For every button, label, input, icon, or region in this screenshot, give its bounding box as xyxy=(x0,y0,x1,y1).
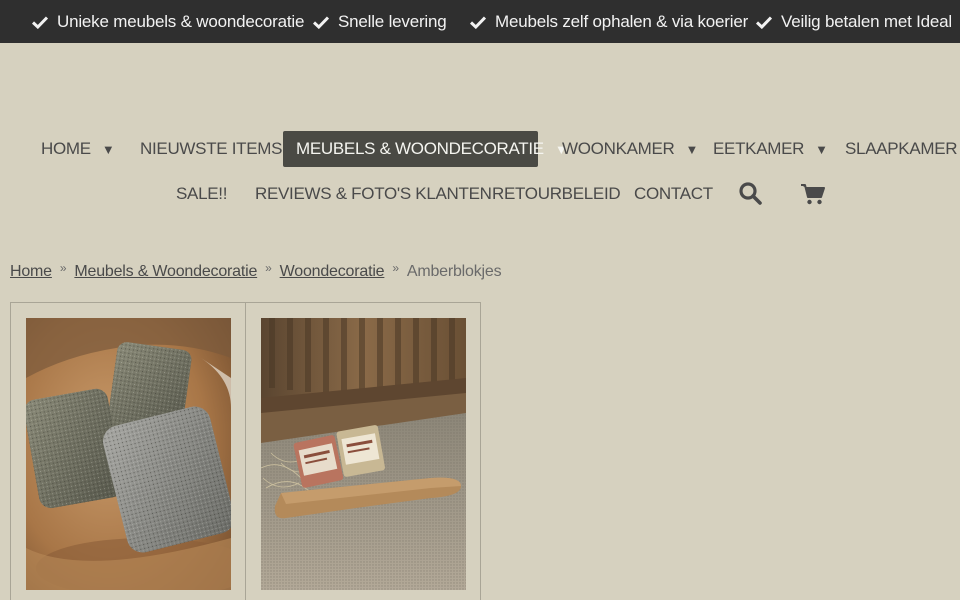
product-photo xyxy=(261,318,466,590)
nav-item-reviews[interactable]: REVIEWS & FOTO'S KLANTEN xyxy=(255,176,492,212)
cart-icon[interactable] xyxy=(799,180,827,208)
breadcrumb-link-meubels[interactable]: Meubels & Woondecoratie xyxy=(74,263,257,281)
grid-divider xyxy=(245,303,246,600)
usp-text: Unieke meubels & woondecoratie xyxy=(57,11,305,31)
nav-label: EETKAMER xyxy=(713,139,805,158)
product-photo xyxy=(26,318,231,590)
product-grid xyxy=(10,302,481,600)
nav-label: HOME xyxy=(41,139,91,158)
nav-item-contact[interactable]: CONTACT xyxy=(634,176,713,212)
nav-label: SALE!! xyxy=(176,184,228,203)
breadcrumb-separator: » xyxy=(265,261,272,275)
nav-item-home[interactable]: HOME ▼ xyxy=(41,131,115,167)
check-icon xyxy=(32,15,48,29)
usp-bar: Unieke meubels & woondecoratie Snelle le… xyxy=(0,0,960,43)
search-icon[interactable] xyxy=(737,180,765,208)
usp-text: Meubels zelf ophalen & via koerier xyxy=(495,11,749,31)
nav-item-sale[interactable]: SALE!! xyxy=(176,176,227,212)
usp-text: Veilig betalen met Ideal xyxy=(781,11,952,31)
usp-item: Meubels zelf ophalen & via koerier xyxy=(470,0,748,43)
caret-down-icon: ▼ xyxy=(101,141,115,157)
nav-label: SLAAPKAMER xyxy=(845,139,958,158)
secondary-nav: SALE!! REVIEWS & FOTO'S KLANTEN RETOURBE… xyxy=(0,176,960,212)
nav-label: NIEUWSTE ITEMS xyxy=(140,139,283,158)
check-icon xyxy=(470,15,486,29)
breadcrumb: Home » Meubels & Woondecoratie » Woondec… xyxy=(10,259,502,285)
breadcrumb-separator: » xyxy=(59,261,67,275)
caret-down-icon: ▼ xyxy=(815,141,828,157)
product-image-amber-blocks-board[interactable] xyxy=(261,318,466,590)
breadcrumb-current: Amberblokjes xyxy=(406,263,502,280)
nav-label: MEUBELS & WOONDECORATIE xyxy=(296,139,544,158)
nav-item-meubels-woondecoratie[interactable]: MEUBELS & WOONDECORATIE ▼ xyxy=(283,131,568,167)
nav-label: CONTACT xyxy=(634,184,713,203)
breadcrumb-link-woondecoratie[interactable]: Woondecoratie xyxy=(280,263,385,281)
nav-item-retourbeleid[interactable]: RETOURBELEID xyxy=(492,176,621,212)
nav-label: RETOURBELEID xyxy=(492,184,621,203)
usp-item: Snelle levering xyxy=(313,0,447,43)
breadcrumb-separator: » xyxy=(392,261,399,275)
nav-item-slaapkamer[interactable]: SLAAPKAMER ▼ xyxy=(845,131,960,167)
product-image-amber-blocks-bowl[interactable] xyxy=(26,318,231,590)
usp-text: Snelle levering xyxy=(338,11,447,31)
nav-item-eetkamer[interactable]: EETKAMER ▼ xyxy=(713,131,828,167)
caret-down-icon: ▼ xyxy=(685,141,699,157)
check-icon xyxy=(313,15,329,29)
main-nav: HOME ▼ NIEUWSTE ITEMS MEUBELS & WOONDECO… xyxy=(0,131,960,167)
nav-item-nieuwste-items[interactable]: NIEUWSTE ITEMS xyxy=(140,131,283,167)
check-icon xyxy=(756,15,772,29)
usp-item: Veilig betalen met Ideal xyxy=(756,0,952,43)
nav-label: REVIEWS & FOTO'S KLANTEN xyxy=(255,184,492,203)
usp-item: Unieke meubels & woondecoratie xyxy=(32,0,304,43)
breadcrumb-link-home[interactable]: Home xyxy=(10,263,52,281)
nav-label: WOONKAMER xyxy=(562,139,675,158)
nav-item-woonkamer[interactable]: WOONKAMER ▼ xyxy=(562,131,698,167)
